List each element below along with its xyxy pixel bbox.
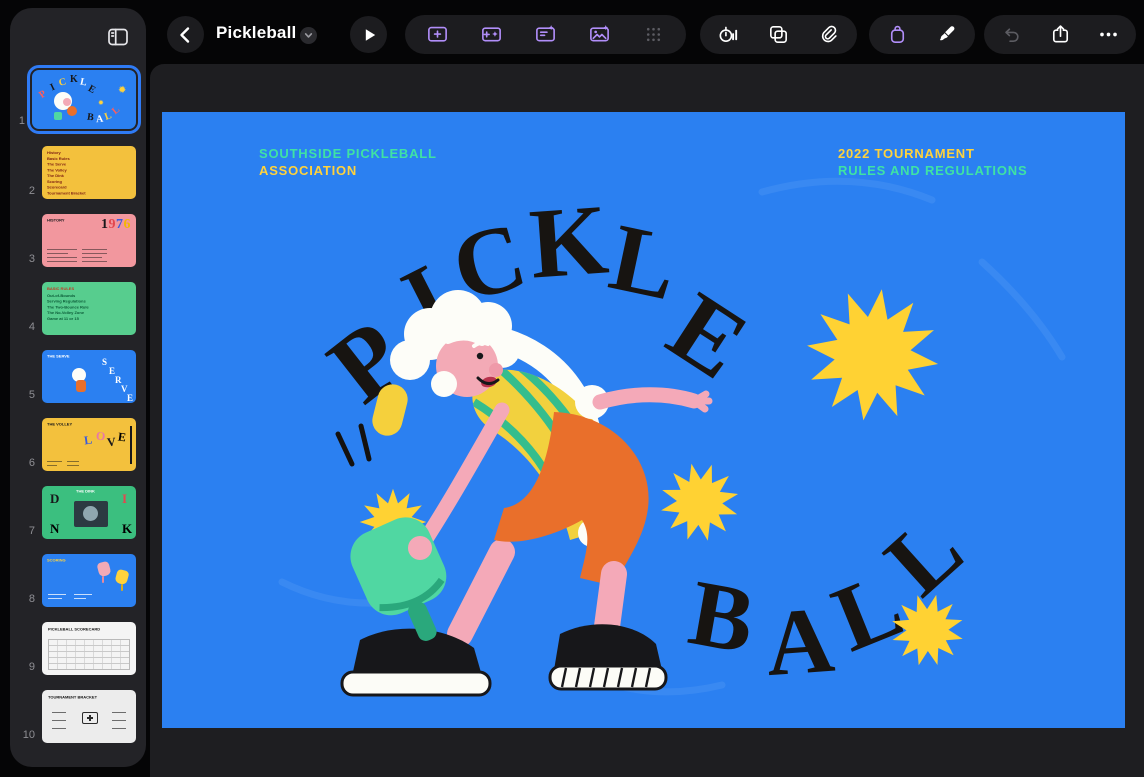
keynote-app: Pickleball xyxy=(0,0,1144,777)
slide-thumbnail-4[interactable]: BASIC RULES Out-of-Bounds Serving Regula… xyxy=(42,282,136,335)
slide-number: 10 xyxy=(20,729,35,741)
org-text-box[interactable]: SOUTHSIDE PICKLEBALL ASSOCIATION xyxy=(259,145,437,179)
rehearse-button[interactable] xyxy=(708,16,750,53)
add-scene-icon xyxy=(480,23,503,46)
jar-icon xyxy=(886,23,909,46)
slide-number: 3 xyxy=(20,253,35,265)
paddle-art xyxy=(96,561,111,578)
starburst-paddle[interactable]: ✹ xyxy=(356,480,430,568)
add-media-icon xyxy=(588,23,611,46)
play-icon xyxy=(357,23,381,47)
thumb-photo xyxy=(74,501,108,527)
grid-button[interactable] xyxy=(632,16,674,53)
document-title-menu-button[interactable] xyxy=(300,27,317,44)
starburst-large[interactable]: ✹ xyxy=(787,262,957,456)
slide-number: 6 xyxy=(20,457,35,469)
share-button[interactable] xyxy=(1039,16,1081,53)
slide-thumbnail-1[interactable]: P I C K L E B A L L ✹ ✹ xyxy=(32,70,136,129)
add-media-button[interactable] xyxy=(578,16,620,53)
attachment-button[interactable] xyxy=(807,16,849,53)
meta-line-2: RULES AND REGULATIONS xyxy=(838,162,1027,179)
slide-thumbnail-row-5: 5 THE SERVE S E R V E xyxy=(10,350,146,403)
add-scene-button[interactable] xyxy=(471,16,513,53)
mini-star: ✹ xyxy=(118,86,126,96)
tournament-text-box[interactable]: 2022 TOURNAMENT RULES AND REGULATIONS xyxy=(838,145,1027,179)
slide-number: 2 xyxy=(20,185,35,197)
slide-number: 7 xyxy=(20,525,35,537)
insert-toolbar-group xyxy=(405,15,686,54)
format-button[interactable] xyxy=(926,16,968,53)
slide-thumbnail-row-3: 3 HISTORY 1976 xyxy=(10,214,146,267)
scorecard-grid xyxy=(48,639,130,670)
share-icon xyxy=(1049,23,1072,46)
org-line-1: SOUTHSIDE PICKLEBALL xyxy=(259,145,437,162)
slide-thumbnail-row-9: 9 PICKLEBALL SCORECARD xyxy=(10,622,146,675)
slide-thumbnail-2[interactable]: History Basic Rules The Serve The Volley… xyxy=(42,146,136,199)
slide-thumbnail-row-2: 2 History Basic Rules The Serve The Voll… xyxy=(10,146,146,199)
add-slide-icon xyxy=(426,23,449,46)
dot-grid-icon xyxy=(642,23,665,46)
actions-toolbar-group xyxy=(984,15,1136,54)
placeholder-text-bars xyxy=(47,249,111,263)
slide-thumbnail-10[interactable]: TOURNAMENT BRACKET xyxy=(42,690,136,743)
chevron-left-icon xyxy=(174,23,198,47)
shapes-button[interactable] xyxy=(758,16,800,53)
undo-button[interactable] xyxy=(991,16,1033,53)
slide-thumbnail-row-7: 7 THE DINK D I N K xyxy=(10,486,146,539)
meta-line-1: 2022 TOURNAMENT xyxy=(838,145,1027,162)
style-toolbar-group xyxy=(869,15,975,54)
slide-number: 8 xyxy=(20,593,35,605)
add-text-button[interactable] xyxy=(524,16,566,53)
timer-chart-icon xyxy=(717,23,740,46)
chevron-down-icon xyxy=(302,29,315,42)
slide-navigator: 1 P I C K L E B A L L ✹ ✹ xyxy=(10,8,146,767)
slide-thumbnail-7[interactable]: THE DINK D I N K xyxy=(42,486,136,539)
bracket-lines xyxy=(52,712,66,713)
bracket-center-box xyxy=(82,712,98,724)
org-line-2: ASSOCIATION xyxy=(259,162,437,179)
slide-number: 1 xyxy=(10,115,25,127)
ellipsis-icon xyxy=(1097,23,1120,46)
slide-thumbnail-9[interactable]: PICKLEBALL SCORECARD xyxy=(42,622,136,675)
placeholder-text-bars xyxy=(48,594,66,596)
slide-thumbnail-5[interactable]: THE SERVE S E R V E xyxy=(42,350,136,403)
sidebar-toggle-button[interactable] xyxy=(102,23,134,51)
slide-editor[interactable]: SOUTHSIDE PICKLEBALL ASSOCIATION 2022 TO… xyxy=(162,112,1125,728)
tools-toolbar-group xyxy=(700,15,857,54)
overlapping-squares-icon xyxy=(767,23,790,46)
slide-number: 5 xyxy=(20,389,35,401)
more-button[interactable] xyxy=(1088,16,1130,53)
slide-number: 9 xyxy=(20,661,35,673)
paintbrush-icon xyxy=(935,23,958,46)
slide-thumbnail-row-10: 10 TOURNAMENT BRACKET xyxy=(10,690,146,743)
player-illustration xyxy=(162,112,1125,728)
slide-thumbnail-row-1: 1 P I C K L E B A L L ✹ ✹ xyxy=(10,70,146,129)
slide-number: 4 xyxy=(20,321,35,333)
slide-thumbnail-6[interactable]: THE VOLLEY L O V E xyxy=(42,418,136,471)
thumb-year: 1976 xyxy=(101,217,131,233)
slide-thumbnail-row-4: 4 BASIC RULES Out-of-Bounds Serving Regu… xyxy=(10,282,146,335)
style-jar-button[interactable] xyxy=(876,16,918,53)
undo-icon xyxy=(1000,23,1023,46)
document-title: Pickleball xyxy=(216,23,296,43)
slide-thumbnail-row-8: 8 SCORING xyxy=(10,554,146,607)
add-text-icon xyxy=(534,23,557,46)
slide-thumbnail-row-6: 6 THE VOLLEY L O V E xyxy=(10,418,146,471)
slide-thumbnail-list: 1 P I C K L E B A L L ✹ ✹ xyxy=(10,64,146,758)
slide-thumbnail-3[interactable]: HISTORY 1976 xyxy=(42,214,136,267)
placeholder-text-bars xyxy=(47,461,81,467)
paperclip-icon xyxy=(817,23,840,46)
starburst-mid[interactable]: ✹ xyxy=(647,444,754,564)
back-button[interactable] xyxy=(167,16,204,53)
play-button[interactable] xyxy=(350,16,387,53)
sidebar-panel-icon xyxy=(106,25,130,49)
add-slide-button[interactable] xyxy=(417,16,459,53)
slide-thumbnail-8[interactable]: SCORING xyxy=(42,554,136,607)
